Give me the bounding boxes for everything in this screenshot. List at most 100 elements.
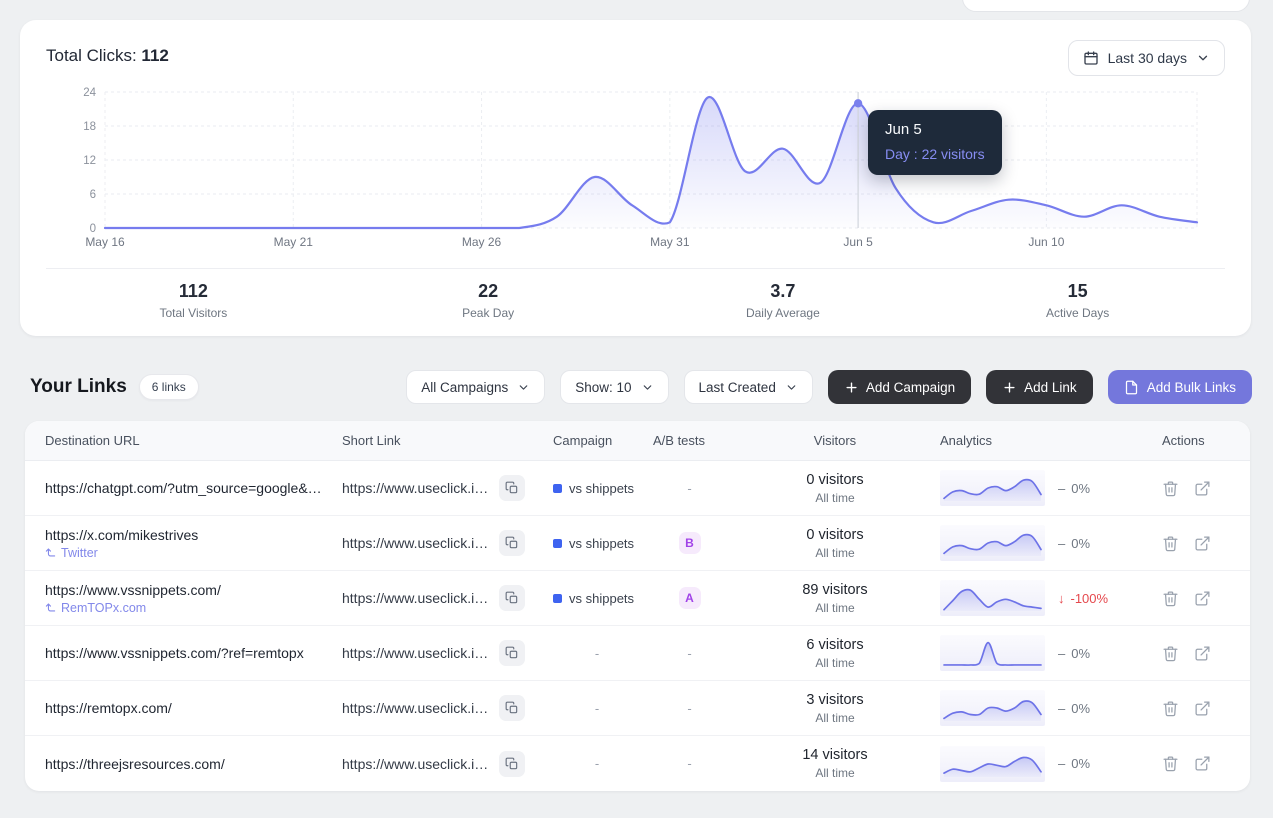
- delete-link-button[interactable]: [1162, 535, 1179, 552]
- visitors-line-chart[interactable]: 06121824May 16May 21May 26May 31Jun 5Jun…: [20, 78, 1251, 258]
- trash-icon: [1162, 700, 1179, 717]
- copy-icon: [505, 591, 519, 605]
- document-icon: [1124, 380, 1139, 395]
- ab-test-badge: B: [679, 532, 701, 554]
- destination-url-link[interactable]: https://x.com/mikestrives: [45, 527, 198, 543]
- sparkline-chart: [940, 525, 1045, 561]
- links-count-badge: 6 links: [139, 374, 199, 400]
- copy-short-link-button[interactable]: [499, 475, 525, 501]
- copy-short-link-button[interactable]: [499, 695, 525, 721]
- trend-flat-icon: –: [1058, 481, 1065, 496]
- delete-link-button[interactable]: [1162, 755, 1179, 772]
- col-destination-url: Destination URL: [45, 433, 342, 448]
- add-bulk-links-button[interactable]: Add Bulk Links: [1108, 370, 1252, 404]
- delete-link-button[interactable]: [1162, 480, 1179, 497]
- total-clicks-card: Total Clicks: 112 Last 30 days: [20, 20, 1251, 336]
- table-row: https://chatgpt.com/?utm_source=google&……: [25, 461, 1250, 516]
- copy-short-link-button[interactable]: [499, 530, 525, 556]
- open-link-button[interactable]: [1194, 535, 1211, 552]
- copy-icon: [505, 481, 519, 495]
- show-count-dropdown[interactable]: Show: 10: [560, 370, 668, 404]
- delete-link-button[interactable]: [1162, 700, 1179, 717]
- total-clicks-value: 112: [141, 46, 168, 65]
- trend-flat-icon: –: [1058, 756, 1065, 771]
- trend-flat-icon: –: [1058, 536, 1065, 551]
- external-link-icon: [1194, 645, 1211, 662]
- open-link-button[interactable]: [1194, 480, 1211, 497]
- destination-url-link[interactable]: https://remtopx.com/: [45, 700, 172, 716]
- short-link-text[interactable]: https://www.useclick.i…: [342, 480, 488, 496]
- trend-flat-icon: –: [1058, 646, 1065, 661]
- corner-up-arrow-icon: [45, 602, 56, 613]
- calendar-icon: [1083, 50, 1099, 66]
- open-link-button[interactable]: [1194, 755, 1211, 772]
- trash-icon: [1162, 645, 1179, 662]
- stat-active-days: 15 Active Days: [930, 281, 1225, 320]
- col-short-link: Short Link: [342, 433, 545, 448]
- campaign-cell: -: [545, 756, 649, 771]
- copy-short-link-button[interactable]: [499, 751, 525, 777]
- plus-icon: [1002, 380, 1017, 395]
- svg-text:24: 24: [83, 87, 96, 99]
- destination-url-link[interactable]: https://www.vssnippets.com/?ref=remtopx: [45, 645, 304, 661]
- trend-indicator: – 0%: [1058, 756, 1090, 771]
- add-campaign-button[interactable]: Add Campaign: [828, 370, 971, 404]
- delete-link-button[interactable]: [1162, 645, 1179, 662]
- svg-text:May 21: May 21: [274, 235, 314, 249]
- copy-short-link-button[interactable]: [499, 640, 525, 666]
- destination-url-link[interactable]: https://chatgpt.com/?utm_source=google&…: [45, 480, 322, 496]
- sparkline-chart: [940, 580, 1045, 616]
- add-link-button[interactable]: Add Link: [986, 370, 1093, 404]
- external-link-icon: [1194, 590, 1211, 607]
- chevron-down-icon: [517, 381, 530, 394]
- external-link-icon: [1194, 755, 1211, 772]
- svg-text:12: 12: [83, 155, 96, 167]
- chevron-down-icon: [785, 381, 798, 394]
- open-link-button[interactable]: [1194, 590, 1211, 607]
- source-sub-link[interactable]: Twitter: [45, 546, 332, 560]
- destination-url-link[interactable]: https://www.vssnippets.com/: [45, 582, 221, 598]
- svg-text:May 31: May 31: [650, 235, 690, 249]
- open-link-button[interactable]: [1194, 645, 1211, 662]
- short-link-text[interactable]: https://www.useclick.i…: [342, 645, 488, 661]
- col-campaign: Campaign: [545, 433, 649, 448]
- table-row: https://remtopx.com/ https://www.useclic…: [25, 681, 1250, 736]
- col-ab-tests: A/B tests: [649, 433, 730, 448]
- trend-down-icon: ↓: [1058, 591, 1065, 606]
- campaign-label: vs shippets: [569, 591, 634, 606]
- short-link-text[interactable]: https://www.useclick.i…: [342, 590, 488, 606]
- source-sub-link[interactable]: RemTOPx.com: [45, 601, 332, 615]
- copy-icon: [505, 536, 519, 550]
- delete-link-button[interactable]: [1162, 590, 1179, 607]
- external-link-icon: [1194, 535, 1211, 552]
- short-link-text[interactable]: https://www.useclick.i…: [342, 700, 488, 716]
- short-link-text[interactable]: https://www.useclick.i…: [342, 535, 488, 551]
- corner-up-arrow-icon: [45, 547, 56, 558]
- short-link-text[interactable]: https://www.useclick.i…: [342, 756, 488, 772]
- stats-row: 112 Total Visitors 22 Peak Day 3.7 Daily…: [46, 268, 1225, 336]
- trend-indicator: – 0%: [1058, 481, 1090, 496]
- copy-short-link-button[interactable]: [499, 585, 525, 611]
- trend-indicator: – 0%: [1058, 536, 1090, 551]
- table-row: https://www.vssnippets.com/?ref=remtopx …: [25, 626, 1250, 681]
- ab-test-cell: -: [649, 701, 730, 716]
- open-link-button[interactable]: [1194, 700, 1211, 717]
- campaign-label: vs shippets: [569, 481, 634, 496]
- col-actions: Actions: [1140, 433, 1250, 448]
- table-row: https://www.vssnippets.com/ RemTOPx.com …: [25, 571, 1250, 626]
- date-range-dropdown[interactable]: Last 30 days: [1068, 40, 1225, 76]
- destination-url-link[interactable]: https://threejsresources.com/: [45, 756, 225, 772]
- campaigns-filter-dropdown[interactable]: All Campaigns: [406, 370, 545, 404]
- visitors-cell: 89 visitors All time: [730, 582, 940, 615]
- trash-icon: [1162, 535, 1179, 552]
- top-bar-cutoff-element[interactable]: [962, 0, 1250, 12]
- analytics-dashboard: Total Clicks: 112 Last 30 days: [0, 0, 1273, 818]
- ab-test-cell: -: [649, 481, 730, 496]
- table-row: https://x.com/mikestrives Twitter https:…: [25, 516, 1250, 571]
- visitors-cell: 6 visitors All time: [730, 637, 940, 670]
- sort-dropdown[interactable]: Last Created: [684, 370, 813, 404]
- date-range-label: Last 30 days: [1108, 50, 1187, 66]
- tooltip-value: Day : 22 visitors: [885, 146, 985, 162]
- svg-text:May 26: May 26: [462, 235, 502, 249]
- stat-daily-average: 3.7 Daily Average: [636, 281, 931, 320]
